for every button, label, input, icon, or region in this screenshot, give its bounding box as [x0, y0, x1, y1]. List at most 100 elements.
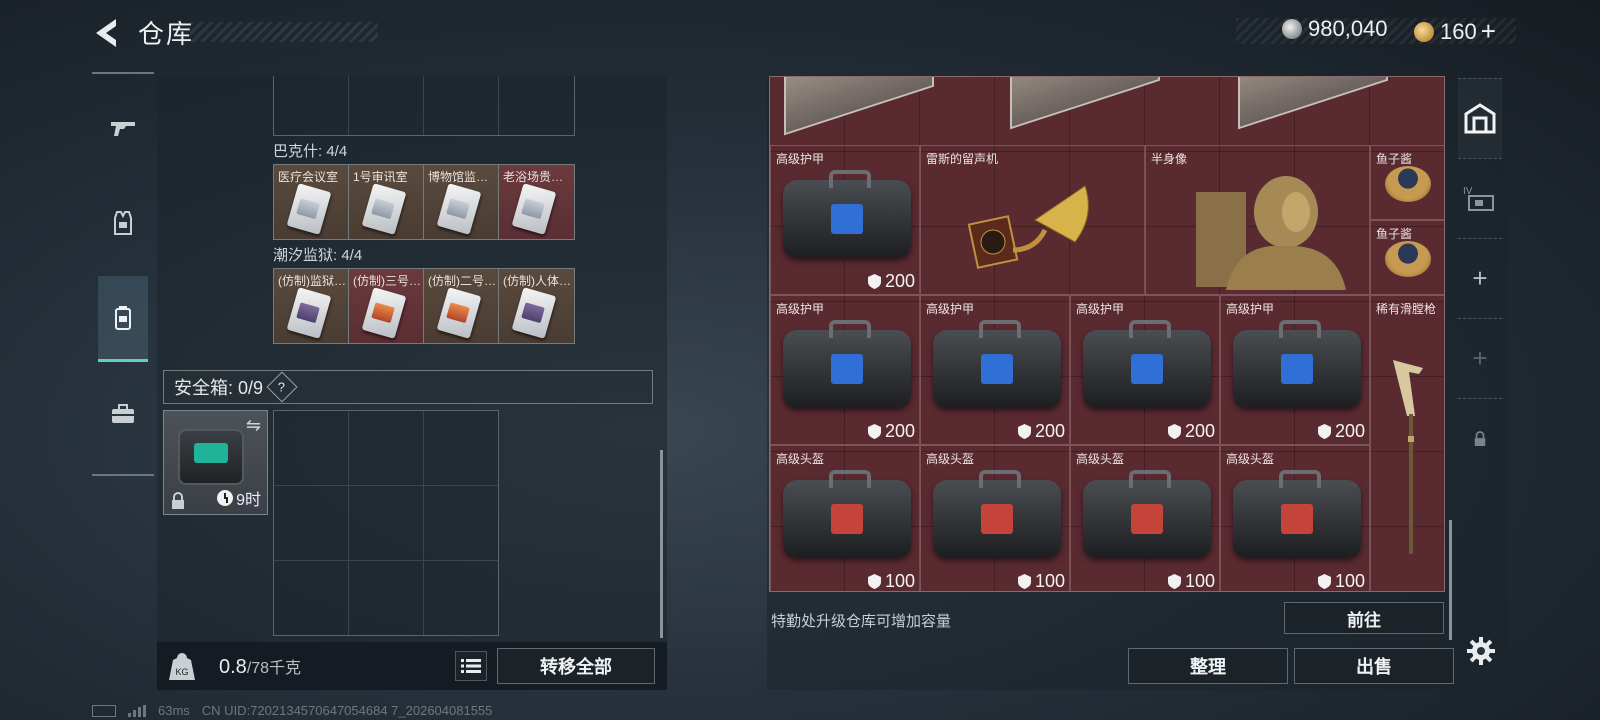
nav-tab-armor[interactable] — [98, 180, 148, 266]
keycard-icon — [436, 287, 482, 339]
gramophone-icon — [967, 185, 1089, 269]
timer-text: 9时 — [236, 492, 261, 509]
item-name: 高级护甲 — [776, 302, 825, 316]
helmet-bag-icon — [933, 470, 1061, 558]
title-decoration — [190, 22, 378, 42]
item-name: 高级护甲 — [926, 302, 975, 316]
item-name: 高级头盔 — [1076, 452, 1125, 466]
keycard-icon — [361, 287, 407, 339]
vest-icon — [114, 211, 132, 235]
list-view-button[interactable] — [455, 651, 487, 681]
shield-icon — [1017, 424, 1031, 439]
lock-icon — [172, 492, 184, 509]
right-scrollbar[interactable] — [1449, 520, 1452, 640]
back-button[interactable] — [92, 16, 122, 50]
keycard-icon — [511, 287, 557, 339]
backpack-icon — [115, 305, 131, 330]
keycard-icon — [286, 287, 332, 339]
add-warehouse-tab-disabled[interactable]: + — [1458, 318, 1502, 398]
safebox-image — [178, 429, 244, 485]
item-gramophone[interactable]: 雷斯的留声机 — [920, 145, 1145, 295]
item-bust[interactable]: 半身像 — [1145, 145, 1370, 295]
musket-icon — [1393, 360, 1423, 554]
keycard-slot[interactable]: 老浴场贵宾室 — [499, 165, 574, 239]
keycard-slot[interactable]: (仿制)人体实验室 — [499, 269, 574, 343]
gun-icon — [111, 122, 135, 136]
back-arrow-icon — [96, 19, 116, 47]
durability: 100 — [1317, 571, 1365, 591]
section-label-chaoxi: 潮汐监狱: 4/4 — [273, 247, 363, 264]
left-scrollbar[interactable] — [660, 450, 663, 638]
durability: 200 — [1317, 421, 1365, 442]
item-helmet[interactable]: 高级头盔 100 — [1220, 445, 1370, 591]
safebox-item[interactable]: ⇋ 9时 — [163, 410, 268, 515]
item-name: 鱼子酱 — [1376, 152, 1413, 166]
item-name: 高级护甲 — [1226, 302, 1275, 316]
left-nav-divider-bottom — [92, 474, 154, 476]
sort-button[interactable]: 整理 — [1128, 648, 1288, 684]
gold-currency: 160 + — [1414, 16, 1496, 47]
locked-warehouse-tab[interactable] — [1458, 398, 1502, 478]
safebox-header: 安全箱: 0/9 ? — [163, 370, 653, 404]
warehouse-tab-iv[interactable]: IV — [1458, 158, 1502, 238]
item-rifle[interactable]: 稀有滑膛枪 — [1370, 295, 1444, 591]
item-armor[interactable]: 高级护甲 200 — [770, 295, 920, 445]
item-armor[interactable]: 高级护甲 200 — [770, 145, 920, 295]
keycard-slot[interactable]: (仿制)二号审讯室 — [424, 269, 499, 343]
armor-bag-icon — [783, 320, 911, 408]
armor-bag-icon — [783, 170, 911, 258]
add-currency-button[interactable]: + — [1481, 16, 1496, 47]
warehouse-tab-main[interactable] — [1458, 78, 1502, 158]
shield-icon — [867, 274, 881, 289]
lock-icon — [1474, 430, 1486, 446]
item-armor[interactable]: 高级护甲 200 — [1070, 295, 1220, 445]
item-armor[interactable]: 高级护甲 200 — [1220, 295, 1370, 445]
item-armor[interactable]: 高级护甲 200 — [920, 295, 1070, 445]
warehouse-grid: 高级护甲 200 雷斯的留声机 半身像 鱼子酱 鱼子酱 高级护甲 200 高级护… — [769, 76, 1445, 592]
item-caviar[interactable]: 鱼子酱 — [1370, 220, 1444, 295]
settings-button[interactable] — [1466, 636, 1496, 666]
shield-icon — [1167, 424, 1181, 439]
item-name: 高级头盔 — [1226, 452, 1275, 466]
armor-bag-icon — [933, 320, 1061, 408]
keycard-slot[interactable]: 博物馆监控室 — [424, 165, 499, 239]
keycard-slot[interactable]: (仿制)三号审讯室 — [349, 269, 424, 343]
sell-button[interactable]: 出售 — [1294, 648, 1454, 684]
ping-text: 63ms — [158, 703, 190, 718]
silver-coin-icon — [1282, 19, 1302, 39]
card-row-chaoxi: (仿制)监狱入口 (仿制)三号审讯室 (仿制)二号审讯室 (仿制)人体实验室 — [273, 268, 575, 344]
gold-amount: 160 — [1440, 18, 1477, 44]
swap-icon[interactable]: ⇋ — [246, 415, 261, 436]
help-icon[interactable]: ? — [266, 371, 298, 403]
keycard-slot[interactable]: 1号审讯室 — [349, 165, 424, 239]
plus-icon: + — [1472, 343, 1488, 373]
weight-kg-icon: KG — [169, 653, 195, 680]
durability: 200 — [1017, 421, 1065, 442]
shield-icon — [867, 574, 881, 589]
item-helmet[interactable]: 高级头盔 100 — [770, 445, 920, 591]
item-caviar[interactable]: 鱼子酱 — [1370, 145, 1444, 220]
plus-icon: + — [1472, 263, 1488, 293]
keycard-icon — [511, 183, 557, 235]
nav-tab-weapons[interactable] — [98, 84, 148, 170]
item-helmet[interactable]: 高级头盔 100 — [920, 445, 1070, 591]
goto-button[interactable]: 前往 — [1284, 602, 1444, 634]
keycard-name: (仿制)人体实验室 — [503, 274, 572, 288]
item-helmet[interactable]: 高级头盔 100 — [1070, 445, 1220, 591]
keycard-name: (仿制)二号审讯室 — [428, 274, 496, 288]
durability: 200 — [1167, 421, 1215, 442]
durability: 200 — [867, 271, 915, 292]
keycard-slot[interactable]: 医疗会议室 — [274, 165, 349, 239]
armor-bag-icon — [1083, 320, 1211, 408]
keycard-slot[interactable]: (仿制)监狱入口 — [274, 269, 349, 343]
weight-max: /78千克 — [246, 660, 302, 677]
durability: 100 — [1167, 571, 1215, 591]
transfer-all-button[interactable]: 转移全部 — [497, 648, 655, 684]
svg-text:KG: KG — [175, 667, 188, 677]
add-warehouse-tab[interactable]: + — [1458, 238, 1502, 318]
nav-tab-briefcase[interactable] — [98, 372, 148, 458]
keycard-icon — [436, 183, 482, 235]
weight-current: 0.8 — [219, 656, 247, 678]
item-name: 稀有滑膛枪 — [1376, 302, 1437, 316]
nav-tab-backpack[interactable] — [98, 276, 148, 362]
